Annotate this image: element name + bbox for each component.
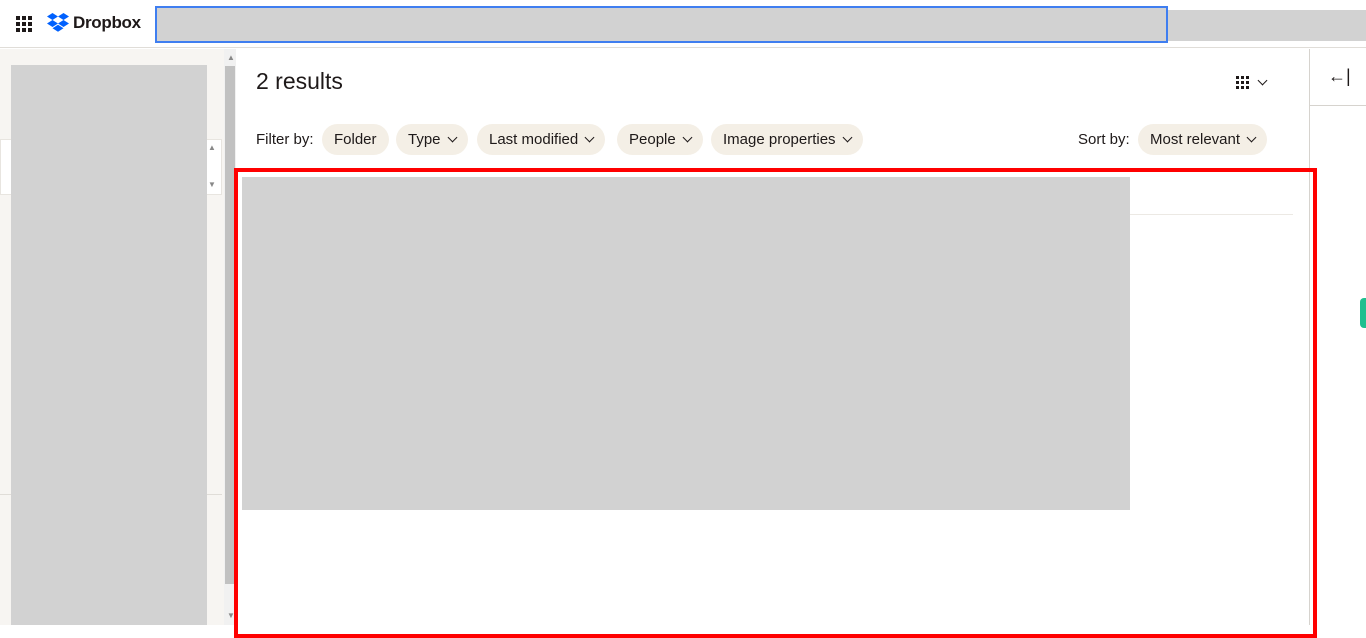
- right-panel: [1309, 49, 1366, 625]
- view-toggle-button[interactable]: [1236, 75, 1268, 89]
- collapse-arrow-icon[interactable]: ←|: [1328, 66, 1351, 87]
- chip-label: People: [629, 131, 676, 148]
- chevron-down-icon: [1246, 132, 1257, 143]
- search-input[interactable]: [155, 6, 1168, 43]
- filter-image-properties[interactable]: Image properties: [711, 124, 863, 155]
- search-area-redacted: [1168, 10, 1366, 41]
- filter-people[interactable]: People: [617, 124, 703, 155]
- chip-label: Type: [408, 131, 441, 148]
- chip-label: Last modified: [489, 131, 579, 148]
- sort-label: Sort by:: [1078, 131, 1130, 148]
- right-panel-divider: [1310, 105, 1366, 106]
- chip-label: Folder: [334, 131, 377, 148]
- chevron-down-icon: [682, 132, 693, 143]
- chevron-down-icon: [1257, 75, 1268, 86]
- scroll-down-icon[interactable]: ▼: [208, 180, 216, 189]
- app-grid-icon[interactable]: [16, 16, 32, 32]
- sidebar-redacted: [11, 65, 207, 625]
- chevron-down-icon: [447, 132, 457, 143]
- dropbox-logo-icon: [47, 13, 69, 32]
- filter-last-modified[interactable]: Last modified: [477, 124, 606, 155]
- grid-view-icon: [1236, 76, 1249, 89]
- highlight-box: [234, 168, 1317, 638]
- chevron-down-icon: [842, 132, 853, 143]
- dropbox-logo[interactable]: Dropbox: [47, 13, 141, 33]
- scroll-up-icon[interactable]: ▲: [208, 143, 216, 152]
- filter-type[interactable]: Type: [396, 124, 468, 155]
- sort-value: Most relevant: [1150, 131, 1241, 148]
- side-tab[interactable]: [1360, 298, 1366, 328]
- sort-dropdown[interactable]: Most relevant: [1138, 124, 1268, 155]
- filter-label: Filter by:: [256, 131, 314, 148]
- scroll-up-icon[interactable]: ▲: [227, 53, 235, 62]
- results-title: 2 results: [256, 68, 343, 94]
- chip-label: Image properties: [723, 131, 836, 148]
- chevron-down-icon: [584, 132, 595, 143]
- app-name: Dropbox: [73, 13, 141, 32]
- filter-folder[interactable]: Folder: [322, 124, 389, 155]
